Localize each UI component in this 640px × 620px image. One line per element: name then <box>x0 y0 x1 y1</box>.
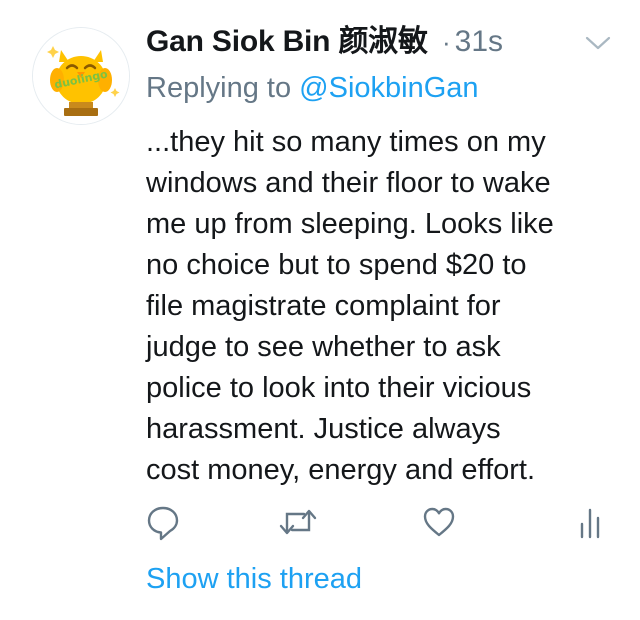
tweet-text: ...they hit so many times on my windows … <box>146 122 626 491</box>
tweet-header: Gan Siok Bin 颜淑敏 · 31s <box>146 24 503 60</box>
tweet-text-line: judge to see whether to ask <box>146 331 501 363</box>
author-name[interactable]: Gan Siok Bin 颜淑敏 <box>146 24 436 59</box>
tweet-text-line: file magistrate complaint for <box>146 290 501 322</box>
reply-handle-link[interactable]: @SiokbinGan <box>299 72 478 104</box>
tweet-text-line: police to look into their vicious <box>146 372 532 404</box>
tweet-text-line: windows and their floor to wake <box>146 167 551 199</box>
avatar[interactable]: duolingo <box>33 28 129 124</box>
reply-icon <box>147 506 179 541</box>
author-name-latin: Gan Siok Bin <box>146 25 331 58</box>
separator-dot: · <box>441 27 451 57</box>
tweet-text-line: ...they hit so many times on my <box>146 126 546 158</box>
retweet-button[interactable] <box>278 502 318 547</box>
analytics-button[interactable] <box>578 502 602 547</box>
reply-button[interactable] <box>146 502 180 547</box>
like-icon <box>423 507 455 537</box>
author-name-cjk: 颜淑敏 <box>338 24 428 59</box>
retweet-icon <box>279 509 317 535</box>
tweet-text-line: no choice but to spend $20 to <box>146 249 527 281</box>
replying-to-label: Replying to <box>146 72 292 104</box>
chevron-down-icon[interactable] <box>585 35 611 51</box>
like-button[interactable] <box>421 502 457 547</box>
tweet-text-line: harassment. Justice always <box>146 413 501 445</box>
tweet-actions <box>0 502 640 548</box>
replying-to: Replying to @SiokbinGan <box>146 70 479 106</box>
tweet-timestamp[interactable]: 31s <box>455 25 503 58</box>
show-thread-link[interactable]: Show this thread <box>146 561 362 597</box>
analytics-icon <box>580 508 600 539</box>
tweet-text-line: cost money, energy and effort. <box>146 454 536 486</box>
tweet-text-line: me up from sleeping. Looks like <box>146 208 554 240</box>
